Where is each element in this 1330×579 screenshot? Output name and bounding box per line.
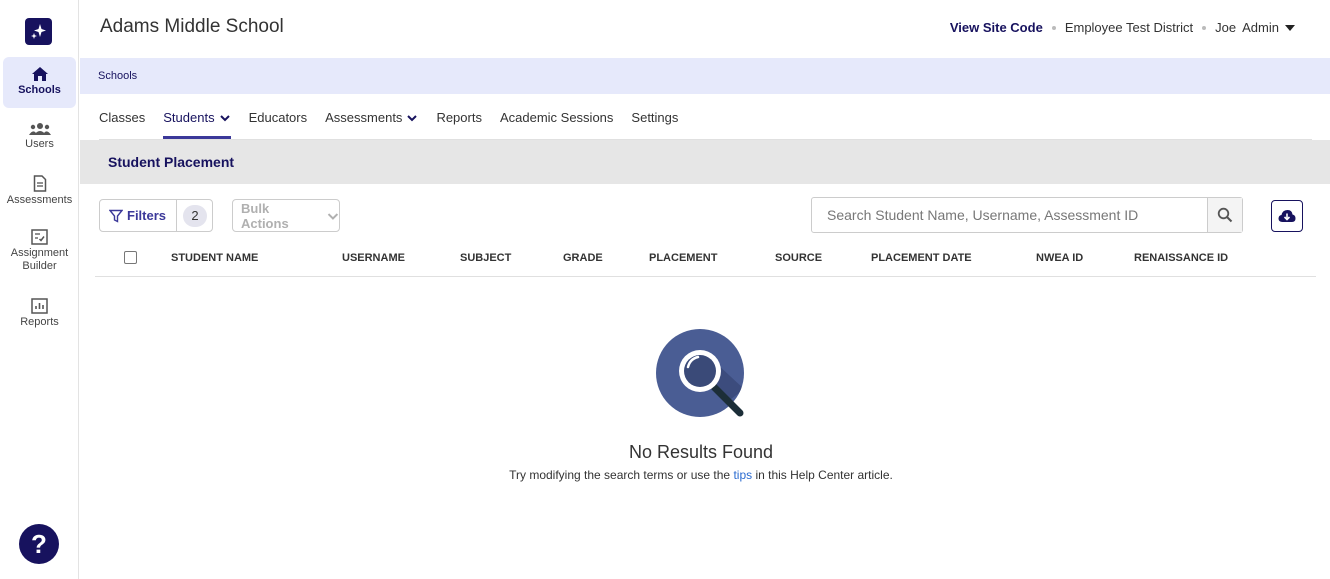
search-input[interactable]	[812, 198, 1207, 232]
sidebar-item-assignment-builder[interactable]: Assignment Builder	[3, 229, 76, 275]
empty-state-message: Try modifying the search terms or use th…	[0, 468, 1330, 482]
user-last-name: Admin	[1242, 20, 1279, 35]
column-username[interactable]: USERNAME	[342, 252, 405, 264]
filter-icon	[109, 209, 123, 223]
separator-dot	[1051, 25, 1056, 30]
home-icon	[31, 67, 48, 81]
breadcrumb-schools[interactable]: Schools	[98, 70, 137, 82]
chevron-down-icon	[219, 115, 230, 122]
bar-chart-icon	[31, 298, 48, 314]
app-logo[interactable]	[25, 18, 52, 45]
sidebar-item-users[interactable]: Users	[3, 122, 76, 156]
document-icon	[33, 175, 46, 192]
bulk-actions-label: Bulk Actions	[241, 200, 289, 231]
sidebar-item-label: Assessments	[6, 194, 73, 206]
sparkle-icon	[31, 24, 46, 39]
table-header: STUDENT NAME USERNAME SUBJECT GRADE PLAC…	[95, 240, 1316, 277]
user-first-name: Joe	[1215, 20, 1237, 35]
search-box	[811, 197, 1243, 233]
tab-bar: Classes Students Educators Assessments R…	[99, 110, 1312, 140]
user-menu[interactable]: Joe Admin	[1215, 20, 1295, 35]
filters-count-badge: 2	[183, 204, 207, 227]
tips-link[interactable]: tips	[733, 468, 752, 482]
app: Schools Users Assessments Assignment Bui…	[0, 0, 1330, 579]
tab-reports[interactable]: Reports	[436, 110, 482, 139]
download-button[interactable]	[1271, 200, 1303, 232]
empty-text-after: in this Help Center article.	[752, 468, 893, 482]
tab-assessments[interactable]: Assessments	[325, 110, 418, 139]
magnifier-empty-icon	[656, 329, 744, 417]
section-header: Student Placement	[80, 140, 1330, 184]
sidebar-item-schools[interactable]: Schools	[3, 57, 76, 108]
chevron-down-icon	[327, 212, 339, 220]
breadcrumb: Schools	[80, 58, 1330, 94]
tab-students[interactable]: Students	[163, 110, 231, 139]
header-account: View Site Code Employee Test District Jo…	[950, 20, 1295, 35]
tab-label: Students	[163, 110, 215, 125]
separator-dot	[1202, 25, 1207, 30]
district-name: Employee Test District	[1064, 20, 1194, 35]
sidebar-item-label: Users	[25, 138, 54, 150]
sidebar: Schools Users Assessments Assignment Bui…	[0, 0, 79, 579]
tab-educators[interactable]: Educators	[249, 110, 308, 139]
column-student-name[interactable]: STUDENT NAME	[171, 252, 258, 264]
view-site-code-link[interactable]: View Site Code	[950, 20, 1043, 35]
tab-settings[interactable]: Settings	[631, 110, 678, 139]
tab-label: Educators	[248, 110, 308, 125]
empty-state-title: No Results Found	[628, 442, 774, 462]
empty-text-before: Try modifying the search terms or use th…	[509, 468, 734, 482]
tab-label: Settings	[631, 110, 679, 125]
checklist-icon	[31, 229, 48, 245]
select-all-checkbox[interactable]	[124, 251, 137, 264]
users-icon	[28, 123, 51, 135]
help-button[interactable]: ?	[19, 524, 59, 564]
column-grade[interactable]: GRADE	[563, 252, 603, 264]
sidebar-item-label: Schools	[18, 84, 61, 96]
sidebar-item-label: Reports	[20, 316, 59, 328]
column-subject[interactable]: SUBJECT	[460, 252, 511, 264]
chevron-down-icon	[407, 115, 418, 122]
cloud-download-icon	[1278, 210, 1296, 222]
filters-toggle[interactable]: Filters	[100, 200, 177, 231]
bulk-actions-button[interactable]: Bulk Actions	[232, 199, 340, 232]
search-button[interactable]	[1207, 198, 1242, 232]
sidebar-item-assessments[interactable]: Assessments	[3, 175, 76, 209]
page-title: Adams Middle School	[100, 16, 284, 37]
column-renaissance-id[interactable]: RENAISSANCE ID	[1134, 252, 1228, 264]
sidebar-item-reports[interactable]: Reports	[3, 298, 76, 332]
filters-label: Filters	[127, 208, 167, 223]
search-icon	[1217, 207, 1233, 223]
column-placement[interactable]: PLACEMENT	[649, 252, 717, 264]
filters-button[interactable]: Filters 2	[99, 199, 213, 232]
tab-classes[interactable]: Classes	[99, 110, 145, 139]
section-title: Student Placement	[108, 154, 235, 170]
tab-label: Assessments	[325, 110, 403, 125]
column-source[interactable]: SOURCE	[775, 252, 822, 264]
tab-label: Reports	[436, 110, 482, 125]
caret-down-icon	[1285, 24, 1295, 31]
tab-label: Classes	[99, 110, 146, 125]
tab-label: Academic Sessions	[499, 110, 614, 125]
column-placement-date[interactable]: PLACEMENT DATE	[871, 252, 972, 264]
column-nwea-id[interactable]: NWEA ID	[1036, 252, 1083, 264]
sidebar-item-label: Assignment Builder	[10, 247, 69, 272]
tab-academic-sessions[interactable]: Academic Sessions	[500, 110, 613, 139]
